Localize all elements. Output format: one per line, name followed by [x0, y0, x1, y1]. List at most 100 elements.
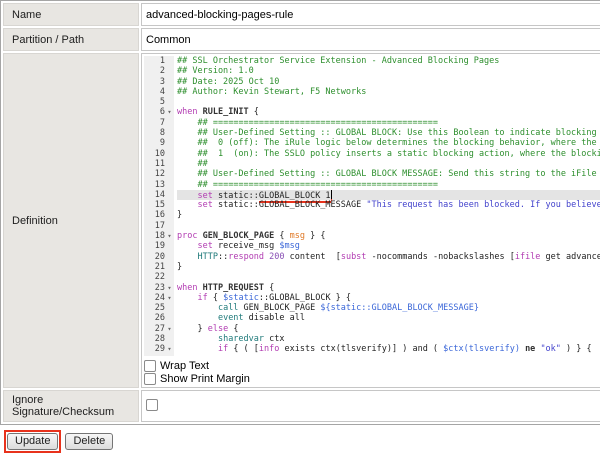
properties-table: Name advanced-blocking-pages-rule Partit…: [0, 0, 600, 425]
code-line[interactable]: if { ( [info exists ctx(tlsverify)] ) an…: [177, 344, 600, 354]
code-line[interactable]: call GEN_BLOCK_PAGE ${static::GLOBAL_BLO…: [177, 303, 600, 313]
update-annotation-box: Update: [4, 430, 61, 453]
gutter-line: 7: [144, 118, 174, 128]
update-button[interactable]: Update: [7, 433, 58, 450]
table-row: Definition 123456▾789101112131415161718▾…: [3, 53, 600, 388]
partition-path-label: Partition / Path: [3, 28, 139, 51]
gutter-line: 3: [144, 77, 174, 87]
gutter-line: 29▾: [144, 344, 174, 354]
code-line[interactable]: [177, 97, 600, 107]
fold-arrow-icon[interactable]: ▾: [165, 344, 174, 354]
code-line[interactable]: if { $static::GLOBAL_BLOCK } {: [177, 293, 600, 303]
fold-spacer: [165, 56, 174, 66]
code-line[interactable]: set static::GLOBAL_BLOCK 1: [177, 190, 600, 200]
code-line[interactable]: set static::GLOBAL_BLOCK_MESSAGE "This r…: [177, 200, 600, 210]
fold-spacer: [165, 138, 174, 148]
gutter-line: 21: [144, 262, 174, 272]
wrap-text-option[interactable]: Wrap Text: [144, 359, 600, 372]
fold-spacer: [165, 210, 174, 220]
name-value: advanced-blocking-pages-rule: [141, 3, 600, 26]
code-line[interactable]: HTTP::respond 200 content [subst -nocomm…: [177, 252, 600, 262]
code-line[interactable]: [177, 221, 600, 231]
code-line[interactable]: ## User-Defined Setting :: GLOBAL BLOCK:…: [177, 128, 600, 138]
gutter-line: 26: [144, 313, 174, 323]
gutter-line: 18▾: [144, 231, 174, 241]
fold-spacer: [165, 128, 174, 138]
gutter-line: 27▾: [144, 324, 174, 334]
gutter-line: 12: [144, 169, 174, 179]
definition-label: Definition: [3, 53, 139, 388]
fold-spacer: [165, 66, 174, 76]
code-line[interactable]: ## =====================================…: [177, 118, 600, 128]
code-editor[interactable]: 123456▾789101112131415161718▾1920212223▾…: [144, 56, 600, 356]
fold-arrow-icon[interactable]: ▾: [165, 293, 174, 303]
definition-cell: 123456▾789101112131415161718▾1920212223▾…: [141, 53, 600, 388]
code-line[interactable]: ## SSL Orchestrator Service Extension - …: [177, 56, 600, 66]
fold-spacer: [165, 303, 174, 313]
code-line[interactable]: }: [177, 210, 600, 220]
name-label: Name: [3, 3, 139, 26]
fold-spacer: [165, 97, 174, 107]
code-line[interactable]: sharedvar ctx: [177, 334, 600, 344]
fold-spacer: [165, 241, 174, 251]
gutter-line: 14: [144, 190, 174, 200]
fold-spacer: [165, 159, 174, 169]
code-line[interactable]: ## 1 (on): The SSLO policy inserts a sta…: [177, 149, 600, 159]
wrap-text-checkbox[interactable]: [144, 360, 156, 372]
code-line[interactable]: }: [177, 262, 600, 272]
gutter-line: 15: [144, 200, 174, 210]
fold-spacer: [165, 200, 174, 210]
table-row: Ignore Signature/Checksum: [3, 390, 600, 422]
fold-spacer: [165, 252, 174, 262]
gutter-line: 9: [144, 138, 174, 148]
code-line[interactable]: ## Author: Kevin Stewart, F5 Networks: [177, 87, 600, 97]
fold-arrow-icon[interactable]: ▾: [165, 107, 174, 117]
gutter-line: 23▾: [144, 283, 174, 293]
code-line[interactable]: [177, 272, 600, 282]
gutter-line: 10: [144, 149, 174, 159]
code-line[interactable]: ## Date: 2025 Oct 10: [177, 77, 600, 87]
editor-gutter: 123456▾789101112131415161718▾1920212223▾…: [144, 56, 174, 356]
fold-spacer: [165, 77, 174, 87]
gutter-line: 16: [144, 210, 174, 220]
code-line[interactable]: when HTTP_REQUEST {: [177, 283, 600, 293]
code-line[interactable]: ## 0 (off): The iRule logic below determ…: [177, 138, 600, 148]
code-line[interactable]: ## User-Defined Setting :: GLOBAL BLOCK …: [177, 169, 600, 179]
fold-arrow-icon[interactable]: ▾: [165, 283, 174, 293]
code-line[interactable]: ##: [177, 159, 600, 169]
code-line[interactable]: proc GEN_BLOCK_PAGE { msg } {: [177, 231, 600, 241]
fold-arrow-icon[interactable]: ▾: [165, 324, 174, 334]
wrap-text-label: Wrap Text: [160, 360, 209, 372]
ignore-signature-label: Ignore Signature/Checksum: [3, 390, 139, 422]
fold-spacer: [165, 149, 174, 159]
fold-spacer: [165, 87, 174, 97]
fold-arrow-icon[interactable]: ▾: [165, 231, 174, 241]
partition-path-value: Common: [141, 28, 600, 51]
code-lines[interactable]: ## SSL Orchestrator Service Extension - …: [174, 56, 600, 356]
gutter-line: 2: [144, 66, 174, 76]
ignore-signature-checkbox[interactable]: [146, 399, 158, 411]
fold-spacer: [165, 221, 174, 231]
fold-spacer: [165, 334, 174, 344]
fold-spacer: [165, 169, 174, 179]
gutter-line: 19: [144, 241, 174, 251]
irule-properties-page: Name advanced-blocking-pages-rule Partit…: [0, 0, 600, 453]
code-line[interactable]: } else {: [177, 324, 600, 334]
ignore-signature-cell: [141, 390, 600, 422]
fold-spacer: [165, 313, 174, 323]
code-line[interactable]: ## Version: 1.0: [177, 66, 600, 76]
fold-spacer: [165, 118, 174, 128]
code-line[interactable]: when RULE_INIT {: [177, 107, 600, 117]
code-line[interactable]: ## =====================================…: [177, 180, 600, 190]
show-print-margin-option[interactable]: Show Print Margin: [144, 372, 600, 385]
gutter-line: 6▾: [144, 107, 174, 117]
fold-spacer: [165, 272, 174, 282]
code-line[interactable]: set receive_msg $msg: [177, 241, 600, 251]
action-buttons: Update Delete: [4, 430, 600, 453]
gutter-line: 22: [144, 272, 174, 282]
show-print-margin-checkbox[interactable]: [144, 373, 156, 385]
code-line[interactable]: event disable all: [177, 313, 600, 323]
delete-button[interactable]: Delete: [65, 433, 113, 450]
gutter-line: 8: [144, 128, 174, 138]
gutter-line: 5: [144, 97, 174, 107]
